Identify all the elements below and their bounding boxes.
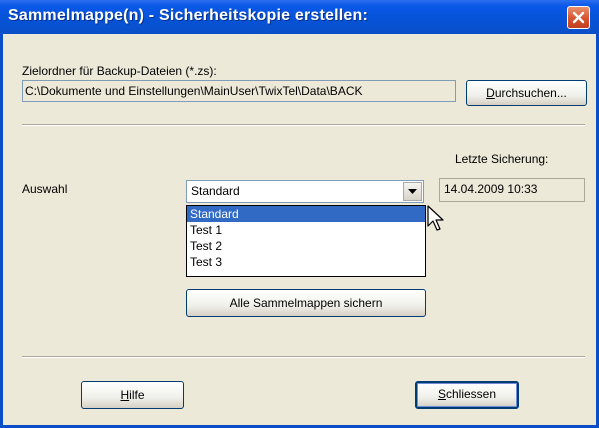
title-bar[interactable]: Sammelmappe(n) - Sicherheitskopie erstel… bbox=[0, 0, 599, 34]
selection-value: Standard bbox=[191, 184, 240, 198]
target-folder-field[interactable]: C:\Dokumente und Einstellungen\MainUser\… bbox=[22, 80, 456, 102]
separator-bottom bbox=[22, 356, 585, 358]
selection-combobox[interactable]: Standard bbox=[186, 180, 424, 203]
dropdown-button[interactable] bbox=[403, 182, 422, 201]
last-backup-field: 14.04.2009 10:33 bbox=[439, 178, 585, 202]
dropdown-option-test-3[interactable]: Test 3 bbox=[187, 254, 425, 270]
close-label: chliessen bbox=[445, 387, 497, 401]
backup-all-button[interactable]: Alle Sammelmappen sichern bbox=[186, 289, 426, 317]
window-border-left bbox=[0, 34, 3, 428]
help-label: ilfe bbox=[129, 388, 145, 402]
browse-button[interactable]: Durchsuchen... bbox=[466, 80, 587, 106]
last-backup-label: Letzte Sicherung: bbox=[455, 152, 549, 166]
close-mnemonic: S bbox=[437, 387, 446, 401]
selection-dropdown-list: Standard Test 1 Test 2 Test 3 bbox=[186, 205, 426, 277]
help-button[interactable]: Hilfe bbox=[81, 381, 184, 409]
window-title: Sammelmappe(n) - Sicherheitskopie erstel… bbox=[8, 7, 369, 24]
dropdown-option-test-1[interactable]: Test 1 bbox=[187, 222, 425, 238]
mouse-pointer-icon bbox=[427, 205, 444, 231]
target-folder-label: Zielordner für Backup-Dateien (*.zs): bbox=[22, 64, 217, 78]
dialog-window: Sammelmappe(n) - Sicherheitskopie erstel… bbox=[0, 0, 599, 428]
browse-mnemonic: D bbox=[486, 86, 495, 100]
separator-top bbox=[22, 124, 585, 126]
browse-label: urchsuchen... bbox=[494, 86, 567, 100]
close-icon bbox=[572, 11, 585, 24]
chevron-down-icon bbox=[408, 189, 417, 194]
selection-label: Auswahl bbox=[22, 182, 68, 196]
help-mnemonic: H bbox=[120, 388, 130, 402]
dropdown-option-standard[interactable]: Standard bbox=[187, 206, 425, 222]
dropdown-option-test-2[interactable]: Test 2 bbox=[187, 238, 425, 254]
close-button[interactable] bbox=[567, 6, 590, 29]
close-dialog-button[interactable]: Schliessen bbox=[415, 381, 519, 409]
